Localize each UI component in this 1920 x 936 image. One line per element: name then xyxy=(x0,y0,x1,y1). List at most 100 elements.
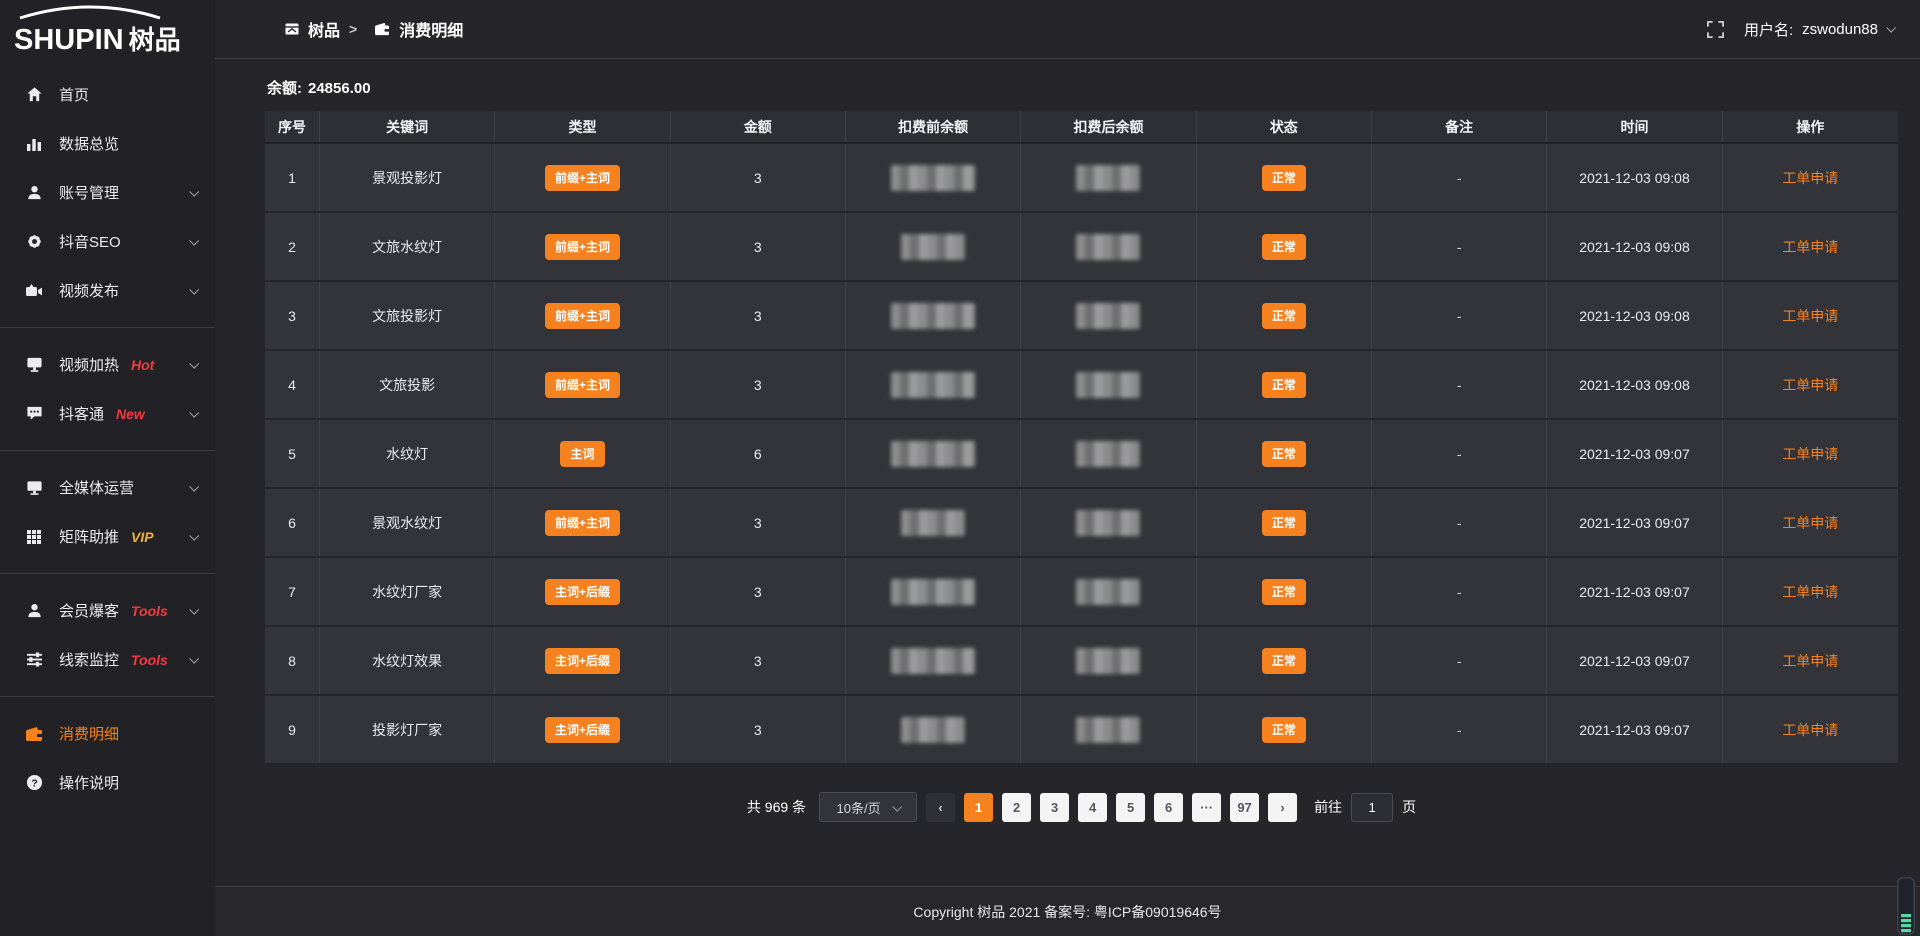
ticket-apply-link[interactable]: 工单申请 xyxy=(1782,513,1838,533)
sidebar-item-data-overview[interactable]: 数据总览 xyxy=(0,119,215,168)
fullscreen-icon[interactable] xyxy=(1707,21,1724,38)
sidebar-divider xyxy=(0,450,215,451)
page-button-3[interactable]: 3 xyxy=(1040,793,1069,822)
user-menu[interactable]: 用户名: zswodun88 xyxy=(1744,19,1894,40)
sidebar-item-label: 抖客通 xyxy=(59,403,104,424)
page-button-5[interactable]: 5 xyxy=(1116,793,1145,822)
cell-action: 工单申请 xyxy=(1723,489,1898,556)
cell-type: 前缀+主词 xyxy=(495,489,670,556)
type-badge: 前缀+主词 xyxy=(545,372,620,398)
cell-action: 工单申请 xyxy=(1723,351,1898,418)
sidebar-item-home[interactable]: 首页 xyxy=(0,70,215,119)
page-button-1[interactable]: 1 xyxy=(964,793,993,822)
table-row: 6 景观水纹灯 前缀+主词 3 正常 - 2021-12-03 09:07 工单… xyxy=(265,489,1898,558)
table-row: 5 水纹灯 主词 6 正常 - 2021-12-03 09:07 工单申请 xyxy=(265,420,1898,489)
ticket-apply-link[interactable]: 工单申请 xyxy=(1782,306,1838,326)
chevron-down-icon xyxy=(189,359,199,369)
cell-time: 2021-12-03 09:08 xyxy=(1547,282,1722,349)
redacted-balance xyxy=(891,441,975,467)
cell-balance-after xyxy=(1021,282,1196,349)
balance-value: 24856.00 xyxy=(308,80,371,97)
sidebar-item-label: 抖音SEO xyxy=(59,231,121,252)
sidebar-item-douyin-seo[interactable]: 抖音SEO xyxy=(0,217,215,266)
type-badge: 前缀+主词 xyxy=(545,510,620,536)
status-badge: 正常 xyxy=(1262,372,1306,398)
page-button-2[interactable]: 2 xyxy=(1002,793,1031,822)
cell-note: - xyxy=(1372,696,1547,763)
app-crumb-icon xyxy=(285,22,299,36)
gear-icon xyxy=(24,233,44,250)
chevron-down-icon xyxy=(189,482,199,492)
ticket-apply-link[interactable]: 工单申请 xyxy=(1782,720,1838,740)
sidebar-item-member-baoke[interactable]: 会员爆客 Tools xyxy=(0,586,215,635)
battery-widget[interactable] xyxy=(1897,877,1915,935)
cell-keyword: 文旅投影 xyxy=(320,351,495,418)
cell-amount: 3 xyxy=(671,696,846,763)
ellipsis-pages-button[interactable]: ··· xyxy=(1192,793,1221,822)
page-button-4[interactable]: 4 xyxy=(1078,793,1107,822)
svg-text:?: ? xyxy=(31,778,37,789)
sidebar-item-video-heating[interactable]: 视频加热 Hot xyxy=(0,340,215,389)
sidebar-item-label: 操作说明 xyxy=(59,772,119,793)
redacted-balance xyxy=(1076,234,1140,260)
ticket-apply-link[interactable]: 工单申请 xyxy=(1782,375,1838,395)
chat-bubble-icon xyxy=(24,405,44,422)
footer: Copyright 树品 2021 备案号: 粤ICP备09019646号 xyxy=(215,886,1920,936)
cell-type: 主词+后缀 xyxy=(495,696,670,763)
cell-balance-before xyxy=(846,558,1021,625)
pagination: 共 969 条 10条/页 ‹ 1 2 3 4 5 6 ··· 97 › 前往 … xyxy=(265,792,1898,822)
chevron-down-icon xyxy=(189,408,199,418)
sidebar: SHUPIN树品 首页 数据总览 账号管理 抖音SEO xyxy=(0,0,215,936)
ticket-apply-link[interactable]: 工单申请 xyxy=(1782,237,1838,257)
page-size-select[interactable]: 10条/页 xyxy=(819,792,917,822)
table-row: 8 水纹灯效果 主词+后缀 3 正常 - 2021-12-03 09:07 工单… xyxy=(265,627,1898,696)
chevron-down-icon xyxy=(189,605,199,615)
sidebar-item-matrix-boost[interactable]: 矩阵助推 VIP xyxy=(0,512,215,561)
wallet-icon xyxy=(24,726,44,742)
page-button-97[interactable]: 97 xyxy=(1230,793,1259,822)
sidebar-item-doukertong[interactable]: 抖客通 New xyxy=(0,389,215,438)
type-badge: 前缀+主词 xyxy=(545,303,620,329)
page-button-6[interactable]: 6 xyxy=(1154,793,1183,822)
goto-label: 前往 xyxy=(1314,797,1342,817)
redacted-balance xyxy=(891,165,975,191)
goto-suffix: 页 xyxy=(1402,797,1416,817)
brand-name-zh: 树品 xyxy=(129,25,181,55)
sidebar-item-video-publish[interactable]: 视频发布 xyxy=(0,266,215,315)
cell-type: 主词+后缀 xyxy=(495,558,670,625)
cell-balance-after xyxy=(1021,489,1196,556)
redacted-balance xyxy=(891,372,975,398)
cell-time: 2021-12-03 09:07 xyxy=(1547,627,1722,694)
column-header-action: 操作 xyxy=(1723,111,1898,142)
cell-action: 工单申请 xyxy=(1723,282,1898,349)
sidebar-item-account-management[interactable]: 账号管理 xyxy=(0,168,215,217)
prev-page-button[interactable]: ‹ xyxy=(926,793,955,822)
breadcrumb-crumb-app[interactable]: 树品 xyxy=(308,17,340,41)
column-header-balance-before: 扣费前余额 xyxy=(846,111,1021,142)
sidebar-item-lead-monitor[interactable]: 线索监控 Tools xyxy=(0,635,215,684)
ticket-apply-link[interactable]: 工单申请 xyxy=(1782,168,1838,188)
ticket-apply-link[interactable]: 工单申请 xyxy=(1782,651,1838,671)
column-header-type: 类型 xyxy=(495,111,670,142)
cell-amount: 3 xyxy=(671,144,846,211)
sliders-icon xyxy=(24,652,44,667)
sidebar-item-label: 视频发布 xyxy=(59,280,119,301)
ticket-apply-link[interactable]: 工单申请 xyxy=(1782,582,1838,602)
column-header-balance-after: 扣费后余额 xyxy=(1021,111,1196,142)
next-page-button[interactable]: › xyxy=(1268,793,1297,822)
goto-page-input[interactable] xyxy=(1351,793,1393,822)
chevron-down-icon xyxy=(189,285,199,295)
column-header-amount: 金额 xyxy=(671,111,846,142)
goto-page: 前往 页 xyxy=(1314,793,1416,822)
cell-note: - xyxy=(1372,420,1547,487)
sidebar-item-consumption-detail[interactable]: 消费明细 xyxy=(0,709,215,758)
cell-type: 主词+后缀 xyxy=(495,627,670,694)
cell-status: 正常 xyxy=(1197,696,1372,763)
cell-type: 前缀+主词 xyxy=(495,351,670,418)
cell-note: - xyxy=(1372,144,1547,211)
cell-note: - xyxy=(1372,282,1547,349)
ticket-apply-link[interactable]: 工单申请 xyxy=(1782,444,1838,464)
sidebar-item-media-operation[interactable]: 全媒体运营 xyxy=(0,463,215,512)
balance: 余额:24856.00 xyxy=(267,77,1898,98)
sidebar-item-operation-guide[interactable]: ? 操作说明 xyxy=(0,758,215,807)
